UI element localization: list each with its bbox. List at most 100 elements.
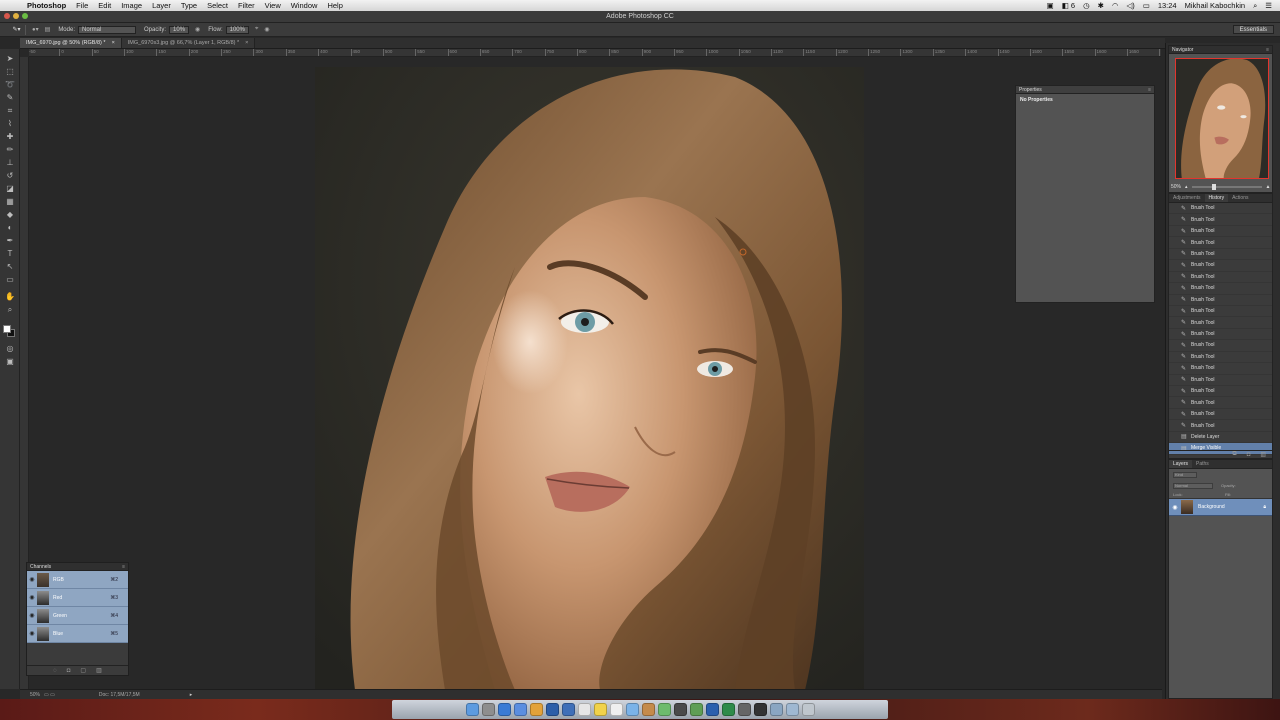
blur-tool-icon[interactable]: ◆ [4,209,16,220]
healing-brush-tool-icon[interactable]: ✚ [4,131,16,142]
document-tab-active[interactable]: IMG_6970.jpg @ 50% (RGB/8) * × [20,38,122,48]
history-state-row[interactable]: ✎ Brush Tool [1169,249,1272,261]
panel-menu-icon[interactable]: ≡ [1148,86,1151,94]
new-channel-icon[interactable]: ▢ [80,667,86,674]
pressure-size-icon[interactable]: ◉ [264,26,269,33]
document-canvas-image[interactable] [315,67,864,690]
zoom-tool-icon[interactable]: ⌕ [4,304,16,315]
bluetooth-icon[interactable]: ✱ [1098,1,1104,10]
notification-badge[interactable]: ◧ 6 [1062,1,1075,10]
lasso-tool-icon[interactable]: ➰ [4,79,16,90]
dock-app-utility[interactable] [689,703,703,716]
zoom-in-icon[interactable]: ▲ [1266,184,1271,190]
wifi-icon[interactable]: ◠ [1112,1,1119,10]
battery-icon[interactable]: ▭ [1143,1,1150,10]
history-state-row[interactable]: ✎ Brush Tool [1169,272,1272,284]
menu-view[interactable]: View [265,1,281,10]
menu-layer[interactable]: Layer [152,1,171,10]
layer-filter-kind-select[interactable]: Kind [1173,472,1197,478]
tab-history[interactable]: History [1204,194,1229,202]
navigator-zoom-knob[interactable] [1211,184,1216,190]
status-export-icon[interactable]: ▭ ▭ [44,692,55,698]
menu-image[interactable]: Image [121,1,142,10]
time-machine-icon[interactable]: ◷ [1083,1,1090,10]
eraser-tool-icon[interactable]: ◪ [4,183,16,194]
properties-panel-header[interactable]: Properties ≡ [1016,86,1154,94]
move-tool-icon[interactable]: ➤ [4,53,16,64]
history-state-row[interactable]: ✎ Brush Tool [1169,329,1272,341]
hand-tool-icon[interactable]: ✋ [4,291,16,302]
history-state-row[interactable]: ✎ Brush Tool [1169,375,1272,386]
dock-app-lightroom[interactable] [561,703,575,716]
new-document-from-state-icon[interactable]: ⧉ [1232,451,1236,458]
history-state-row[interactable]: ✎ Brush Tool [1169,306,1272,318]
history-state-row[interactable]: ✎ Brush Tool [1169,397,1272,409]
opacity-input[interactable]: 10% [169,25,190,34]
menu-edit[interactable]: Edit [98,1,111,10]
document-tab[interactable]: IMG_6970s3.jpg @ 66,7% (Layer 1, RGB/8) … [121,38,256,48]
pressure-opacity-icon[interactable]: ◉ [195,26,200,33]
brush-panel-toggle-icon[interactable]: ▤ [45,26,51,33]
visibility-eye-icon[interactable]: ◉ [27,594,37,601]
dock-app-trash[interactable] [801,703,815,716]
channel-row-rgb[interactable]: ◉ RGB ⌘2 [27,571,128,589]
path-selection-tool-icon[interactable]: ↖ [4,261,16,272]
brush-size-picker[interactable]: ●▾ [32,26,39,33]
marquee-tool-icon[interactable]: ⬚ [4,66,16,77]
status-menu-arrow[interactable]: ▸ [190,692,193,698]
dock-app-excel[interactable] [721,703,735,716]
clone-stamp-tool-icon[interactable]: ⊥ [4,157,16,168]
dock-app-launchpad[interactable] [481,703,495,716]
dock-app-photoshop[interactable] [545,703,559,716]
flow-input[interactable]: 100% [225,25,249,34]
pen-tool-icon[interactable]: ✒ [4,235,16,246]
zoom-level[interactable]: 50% [30,692,44,698]
save-selection-icon[interactable]: ◘ [67,668,71,674]
volume-icon[interactable]: ◁) [1126,1,1134,10]
camera-icon[interactable]: ▣ [1047,1,1054,10]
channels-panel-header[interactable]: Channels ≡ [27,563,128,571]
dock-app-terminal[interactable] [753,703,767,716]
menu-window[interactable]: Window [291,1,318,10]
dock-app-reminders[interactable] [609,703,623,716]
visibility-eye-icon[interactable]: ◉ [27,630,37,637]
notification-center-icon[interactable]: ☰ [1265,1,1272,10]
tab-actions[interactable]: Actions [1228,194,1252,202]
menubar-clock[interactable]: 13:24 [1158,1,1177,10]
history-state-row[interactable]: ▤ Delete Layer [1169,432,1272,444]
dock-app-mail[interactable] [513,703,527,716]
brush-tool-icon[interactable]: ✏ [4,144,16,155]
quick-mask-icon[interactable]: ◎ [4,343,16,354]
history-state-row[interactable]: ✎ Brush Tool [1169,295,1272,306]
horizontal-ruler[interactable]: -50 0 50 100 150 200 250 300 350 400 450 500 550 600 6… [29,49,1161,57]
channel-row-red[interactable]: ◉ Red ⌘3 [27,589,128,607]
dock-app-contacts[interactable] [641,703,655,716]
foreground-color-swatch[interactable] [3,325,11,333]
load-selection-icon[interactable]: ◌ [53,668,57,674]
navigator-panel-header[interactable]: Navigator ≡ [1169,46,1272,54]
visibility-eye-icon[interactable]: ◉ [27,576,37,583]
history-state-row[interactable]: ✎ Brush Tool [1169,317,1272,329]
menu-file[interactable]: File [76,1,88,10]
menu-app-name[interactable]: Photoshop [27,1,66,10]
close-tab-icon[interactable]: × [245,38,248,48]
delete-state-icon[interactable]: ▥ [1260,451,1266,458]
tab-layers[interactable]: Layers [1169,460,1193,468]
history-state-row[interactable]: ✎ Brush Tool [1169,386,1272,398]
dock-app-calendar[interactable] [577,703,591,716]
history-state-row[interactable]: ✎ Brush Tool [1169,420,1272,432]
menu-help[interactable]: Help [327,1,342,10]
dock-app-finder[interactable] [465,703,479,716]
history-state-row[interactable]: ✎ Brush Tool [1169,226,1272,238]
screen-mode-icon[interactable]: ▣ [4,356,16,367]
dock-app-safari[interactable] [497,703,511,716]
zoom-out-icon[interactable]: ▴ [1185,184,1188,190]
history-state-row[interactable]: ✎ Brush Tool [1169,409,1272,421]
layer-name[interactable]: Background [1198,504,1225,510]
panel-menu-icon[interactable]: ≡ [1266,46,1269,54]
history-state-row[interactable]: ✎ Brush Tool [1169,237,1272,249]
history-state-row[interactable]: ✎ Brush Tool [1169,340,1272,352]
dock-app-maps[interactable] [657,703,671,716]
menubar-user[interactable]: Mikhail Kabochkin [1185,1,1245,10]
dock-app-documents[interactable] [769,703,783,716]
